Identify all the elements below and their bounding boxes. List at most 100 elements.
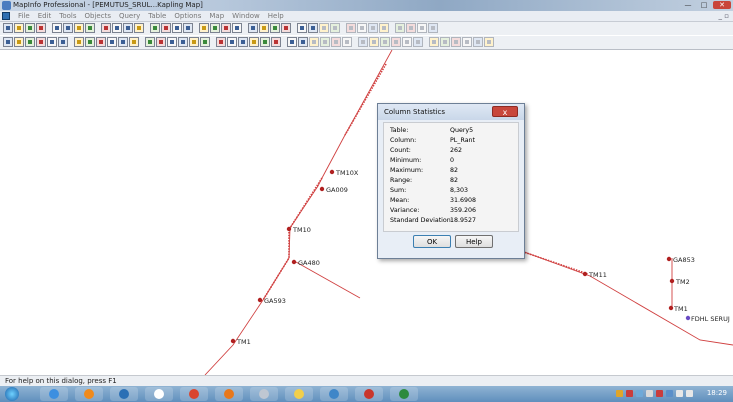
taskbar-window-button[interactable] [145, 387, 173, 401]
close-icon[interactable]: ✕ [713, 1, 731, 9]
map-window[interactable]: TM10X GA009 TM10 GA480 GA593 TM1 GA853 T… [0, 50, 733, 375]
tb1-tool-button[interactable] [101, 23, 111, 33]
tb2-tool-button[interactable] [249, 37, 259, 47]
tray-icon[interactable] [666, 390, 673, 397]
tb1-tool-button[interactable] [112, 23, 122, 33]
tb2-tool-button[interactable] [156, 37, 166, 47]
tray-icon[interactable] [646, 390, 653, 397]
tb1-tool-button[interactable] [281, 23, 291, 33]
tb1-tool-button[interactable] [368, 23, 378, 33]
tb2-tool-button[interactable] [216, 37, 226, 47]
tb1-tool-button[interactable] [221, 23, 231, 33]
tb2-tool-button[interactable] [473, 37, 483, 47]
menu-table[interactable]: Table [144, 11, 170, 21]
tb2-tool-button[interactable] [36, 37, 46, 47]
tb2-tool-button[interactable] [440, 37, 450, 47]
node-tm1-right[interactable] [668, 305, 674, 311]
tb2-tool-button[interactable] [47, 37, 57, 47]
menu-window[interactable]: Window [228, 11, 264, 21]
tb1-tool-button[interactable] [297, 23, 307, 33]
tb1-tool-button[interactable] [150, 23, 160, 33]
tb2-tool-button[interactable] [413, 37, 423, 47]
tb1-tool-button[interactable] [210, 23, 220, 33]
node-tm10x[interactable] [329, 169, 335, 175]
node-tm1-left[interactable] [230, 338, 236, 344]
taskbar-excel-button[interactable] [390, 387, 418, 401]
tb1-tool-button[interactable] [406, 23, 416, 33]
menu-options[interactable]: Options [170, 11, 205, 21]
tb1-tool-button[interactable] [379, 23, 389, 33]
tb1-tool-button[interactable] [52, 23, 62, 33]
menu-edit[interactable]: Edit [34, 11, 56, 21]
tb2-tool-button[interactable] [298, 37, 308, 47]
tb1-tool-button[interactable] [14, 23, 24, 33]
tb2-tool-button[interactable] [74, 37, 84, 47]
tb2-tool-button[interactable] [287, 37, 297, 47]
taskbar-vlc-button[interactable] [75, 387, 103, 401]
tb1-tool-button[interactable] [134, 23, 144, 33]
tb2-tool-button[interactable] [178, 37, 188, 47]
tb1-tool-button[interactable] [428, 23, 438, 33]
ok-button[interactable]: OK [413, 235, 451, 248]
taskbar-app-button[interactable] [110, 387, 138, 401]
tb1-tool-button[interactable] [183, 23, 193, 33]
tb1-tool-button[interactable] [25, 23, 35, 33]
tb2-tool-button[interactable] [14, 37, 24, 47]
tb1-tool-button[interactable] [74, 23, 84, 33]
tb2-tool-button[interactable] [271, 37, 281, 47]
tb2-tool-button[interactable] [129, 37, 139, 47]
tb2-tool-button[interactable] [484, 37, 494, 47]
tb1-tool-button[interactable] [259, 23, 269, 33]
maximize-icon[interactable]: □ [697, 1, 711, 9]
minimize-icon[interactable]: — [681, 1, 695, 9]
tb1-tool-button[interactable] [63, 23, 73, 33]
tb1-tool-button[interactable] [123, 23, 133, 33]
clock[interactable]: 18:29 [707, 389, 727, 397]
volume-icon[interactable] [686, 390, 693, 397]
tb2-tool-button[interactable] [260, 37, 270, 47]
taskbar-folder-button[interactable] [285, 387, 313, 401]
tb1-tool-button[interactable] [232, 23, 242, 33]
tb2-tool-button[interactable] [58, 37, 68, 47]
tb2-tool-button[interactable] [429, 37, 439, 47]
tb1-tool-button[interactable] [199, 23, 209, 33]
tb1-tool-button[interactable] [270, 23, 280, 33]
tb1-tool-button[interactable] [330, 23, 340, 33]
node-ga593[interactable] [257, 297, 263, 303]
tb2-tool-button[interactable] [391, 37, 401, 47]
tb2-tool-button[interactable] [369, 37, 379, 47]
node-ga480[interactable] [291, 259, 297, 265]
tb2-tool-button[interactable] [320, 37, 330, 47]
start-button-icon[interactable] [5, 387, 19, 401]
menu-file[interactable]: File [14, 11, 34, 21]
tb1-tool-button[interactable] [85, 23, 95, 33]
tray-icon[interactable] [616, 390, 623, 397]
node-ga009[interactable] [319, 186, 325, 192]
help-button[interactable]: Help [455, 235, 493, 248]
tb2-tool-button[interactable] [238, 37, 248, 47]
taskbar-pdf-button[interactable] [355, 387, 383, 401]
node-tm2[interactable] [669, 278, 675, 284]
tb1-tool-button[interactable] [248, 23, 258, 33]
menu-help[interactable]: Help [264, 11, 288, 21]
tb1-tool-button[interactable] [308, 23, 318, 33]
node-tm10[interactable] [286, 226, 292, 232]
tb2-tool-button[interactable] [25, 37, 35, 47]
taskbar-firefox-button[interactable] [215, 387, 243, 401]
tb2-tool-button[interactable] [3, 37, 13, 47]
tb2-tool-button[interactable] [380, 37, 390, 47]
node-tm11[interactable] [582, 271, 588, 277]
tb2-tool-button[interactable] [451, 37, 461, 47]
map-canvas[interactable]: TM10X GA009 TM10 GA480 GA593 TM1 GA853 T… [0, 50, 733, 375]
menu-objects[interactable]: Objects [81, 11, 115, 21]
tb1-tool-button[interactable] [417, 23, 427, 33]
node-fdh[interactable] [685, 315, 691, 321]
dialog-close-button[interactable]: x [492, 106, 518, 117]
tb1-tool-button[interactable] [172, 23, 182, 33]
tb2-tool-button[interactable] [342, 37, 352, 47]
network-icon[interactable] [676, 390, 683, 397]
child-window-controls[interactable]: _ ▫ [719, 12, 729, 20]
tb2-tool-button[interactable] [189, 37, 199, 47]
tb2-tool-button[interactable] [331, 37, 341, 47]
document-icon[interactable] [2, 12, 10, 20]
